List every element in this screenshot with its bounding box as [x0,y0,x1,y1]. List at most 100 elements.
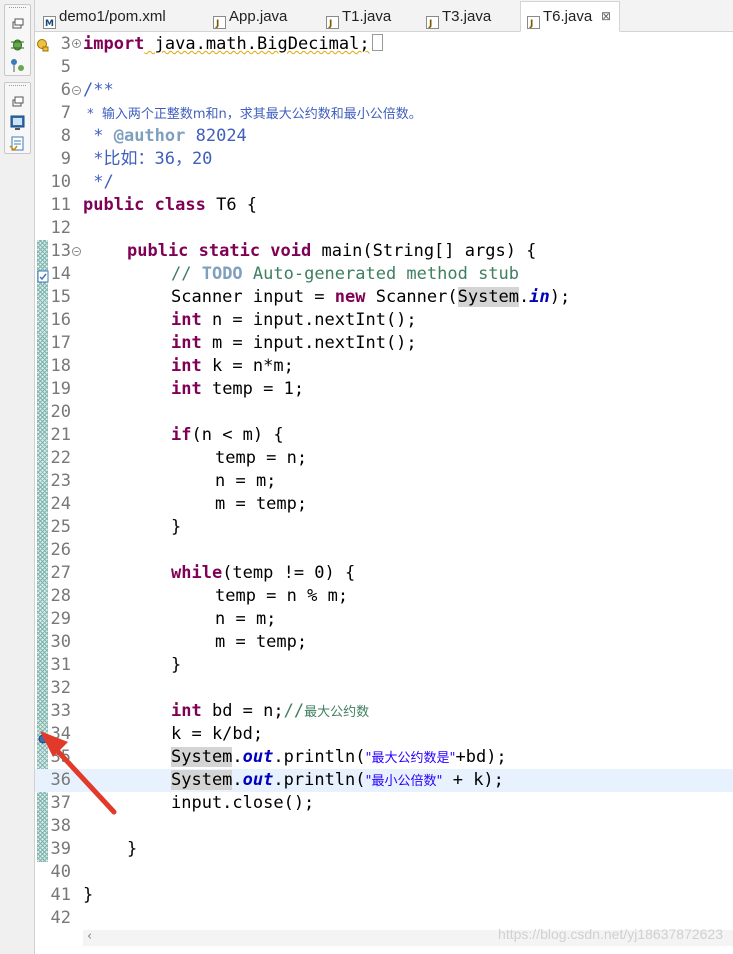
tab-t1-java[interactable]: J T1.java [320,2,420,31]
code-text: int m = input.nextInt(); [171,332,417,355]
code-line: 9 *比如：36，20 [35,148,733,171]
code-text: * 输入两个正整数m和n，求其最大公约数和最小公倍数。 [83,102,422,126]
code-token: .println( [273,770,366,790]
close-icon[interactable]: ⊠ [601,2,611,31]
code-token: main(String[] args) { [311,241,537,261]
code-text: m = temp; [215,632,308,652]
code-token: class [144,195,206,215]
collapsed-imports-box[interactable] [371,34,383,51]
line-number: 30 [50,632,71,652]
code-line: 8 * @author 82024 [35,125,733,148]
line-number: 29 [50,609,71,629]
code-token: System [171,747,233,767]
code-text: * @author 82024 [83,125,247,148]
code-editor[interactable]: 3 + import java.math.BigDecimal; 5 6 − /… [35,33,733,954]
code-text: int bd = n;//最大公约数 [171,700,369,724]
code-text: input.close(); [171,793,315,813]
line-number: 26 [50,540,71,560]
svg-text:J: J [215,19,219,29]
restore-icon[interactable] [8,14,27,33]
code-token: System [457,287,520,307]
code-token: int [171,310,202,330]
toolbar-group-views [4,82,31,154]
code-token: @author [113,126,186,146]
code-token: T6 { [205,195,258,215]
tab-app-java[interactable]: J App.java [207,2,320,31]
breakpoint-view-icon[interactable] [8,56,27,75]
code-text: n = m; [215,609,277,629]
code-line: 3 + import java.math.BigDecimal; [35,33,733,56]
code-token: ); [549,287,571,307]
restore-icon[interactable] [8,92,27,111]
java-file-icon: J [426,10,439,29]
code-token: +bd); [455,747,507,767]
code-text: public class T6 { [83,194,257,217]
debug-icon[interactable] [8,35,27,54]
code-text: // TODO Auto-generated method stub [171,263,519,286]
line-number: 10 [50,172,71,192]
code-token: int [171,379,202,399]
tab-t6-java[interactable]: J T6.java ⊠ [520,1,620,32]
code-text: public static void main(String[] args) { [127,240,536,263]
code-line: 12 [35,217,733,240]
code-token: k = n*m; [201,356,294,376]
code-line: 31 } [35,654,733,677]
line-number: 25 [50,517,71,537]
code-token: 82024 [185,126,247,146]
svg-text:J: J [328,19,332,29]
line-number: 38 [50,816,71,836]
toolbar-group-debug [4,4,31,76]
line-number: 31 [50,655,71,675]
line-number: 36 [50,770,71,790]
code-token: . [232,747,243,767]
line-number: 12 [50,218,71,238]
code-token: int [171,356,202,376]
collapse-fold-icon[interactable]: − [72,247,81,256]
scroll-left-icon[interactable]: ‹ [87,929,92,944]
tab-label: T3.java [442,8,492,25]
code-token: Auto-generated method stub [242,264,520,284]
code-line: 13 − public static void main(String[] ar… [35,240,733,263]
console-icon[interactable] [8,113,27,132]
code-text: System.out.println("最小公倍数" + k); [171,769,504,793]
code-line: 16 int n = input.nextInt(); [35,309,733,332]
svg-text:M: M [45,19,54,29]
maven-pom-icon: M [43,10,56,29]
code-token: Scanner input = [171,287,335,307]
code-token: int [171,333,202,353]
code-line: 5 [35,56,733,79]
code-line: 20 [35,401,733,424]
code-token: 最大公约数 [304,705,370,720]
tab-label: App.java [229,8,288,25]
code-line: 26 [35,539,733,562]
code-line: 18 int k = n*m; [35,355,733,378]
problems-icon[interactable] [8,134,27,153]
code-text: import java.math.BigDecimal; [83,33,383,56]
tab-label: T1.java [342,8,392,25]
code-line: 39 } [35,838,733,861]
code-line: 32 [35,677,733,700]
code-line: 28 temp = n % m; [35,585,733,608]
code-text: } [83,885,94,905]
line-number: 33 [50,701,71,721]
code-token: import [83,34,145,54]
collapse-fold-icon[interactable]: − [72,86,81,95]
code-token: TODO [201,264,243,284]
code-line: 17 int m = input.nextInt(); [35,332,733,355]
svg-text:J: J [428,19,432,29]
code-token: while [171,563,223,583]
code-token: bd = n; [201,701,284,721]
code-line: 11 public class T6 { [35,194,733,217]
code-line: 35 System.out.println("最大公约数是"+bd); [35,746,733,769]
code-line: 15 Scanner input = new Scanner(System.in… [35,286,733,309]
tab-pom-xml[interactable]: M demo1/pom.xml [37,2,207,31]
code-token: out [242,747,274,767]
code-text: int n = input.nextInt(); [171,309,417,332]
line-number: 32 [50,678,71,698]
code-token: n = input.nextInt(); [201,310,417,330]
tab-t3-java[interactable]: J T3.java [420,2,520,31]
code-token: "最小公倍数" [365,774,443,789]
line-number: 14 [50,264,71,284]
line-number: 7 [60,103,71,123]
expand-fold-icon[interactable]: + [72,39,81,48]
